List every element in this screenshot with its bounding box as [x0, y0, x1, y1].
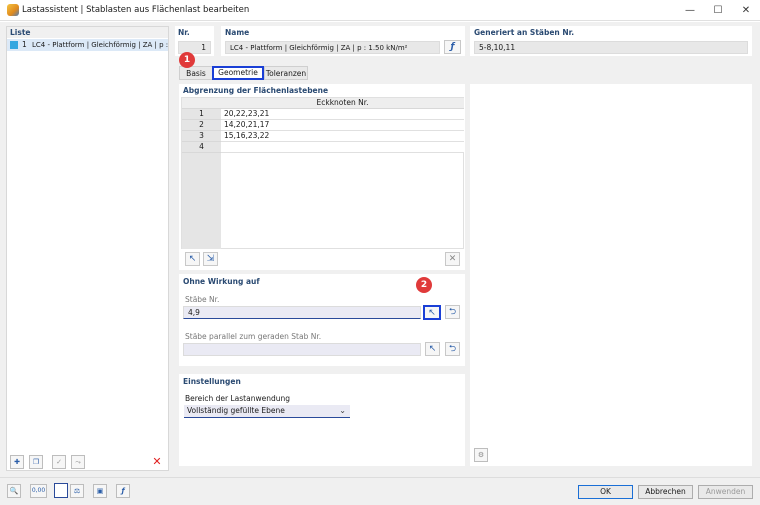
boundary-title: Abgrenzung der Flächenlastebene: [183, 86, 329, 95]
range-label: Bereich der Lastanwendung: [185, 394, 290, 403]
generated-label: Generiert an Stäben Nr.: [474, 28, 575, 37]
members-input[interactable]: 4,9: [183, 306, 421, 319]
table-row-cell[interactable]: 14,20,21,17: [221, 120, 464, 131]
delete-icon[interactable]: ✕: [150, 455, 164, 469]
preview-settings-icon[interactable]: ⚙: [474, 448, 488, 462]
table-row-cell[interactable]: 20,22,23,21: [221, 109, 464, 120]
units-icon[interactable]: 0,00: [30, 484, 47, 498]
settings-section: Einstellungen Bereich der Lastanwendung …: [179, 374, 465, 466]
list-header: Liste: [7, 27, 168, 38]
cancel-button[interactable]: Abbrechen: [638, 485, 693, 499]
row-number: 1: [182, 109, 221, 120]
formula-icon[interactable]: ƒ: [116, 484, 130, 498]
search-icon[interactable]: 🔍: [7, 484, 21, 498]
apply-button[interactable]: Anwenden: [698, 485, 753, 499]
tab-basis[interactable]: Basis: [179, 66, 213, 80]
nr-panel: Nr. 1: [175, 26, 214, 56]
tab-toleranzen[interactable]: Toleranzen: [264, 66, 308, 80]
pick-multi-icon[interactable]: ⇲: [203, 252, 218, 266]
row-number: 2: [182, 120, 221, 131]
settings-title: Einstellungen: [183, 377, 241, 386]
display-settings-icon[interactable]: ⚖: [70, 484, 84, 498]
list-item-number: 1: [22, 40, 27, 49]
range-select[interactable]: Vollständig gefüllte Ebene ⌄: [184, 405, 350, 418]
pick-parallel-icon[interactable]: ↖: [425, 342, 440, 356]
copy-item-icon[interactable]: ❐: [29, 455, 43, 469]
check-icon[interactable]: ✓: [52, 455, 66, 469]
load-color-swatch: [10, 41, 18, 49]
list-item[interactable]: 1 LC4 - Plattform | Gleichförmig | ZA | …: [7, 39, 168, 51]
corner-nodes-table: Eckknoten Nr. 1 20,22,23,21 2 14,20,21,1…: [181, 97, 464, 249]
maximize-button[interactable]: ☐: [704, 0, 732, 21]
title-bar: Lastassistent | Stablasten aus Flächenla…: [0, 0, 760, 21]
parallel-members-input[interactable]: [183, 343, 421, 356]
pick-nodes-icon[interactable]: ↖: [185, 252, 200, 266]
minimize-button[interactable]: —: [676, 0, 704, 21]
parallel-members-label: Stäbe parallel zum geraden Stab Nr.: [185, 332, 322, 341]
table-row-cell[interactable]: 15,16,23,22: [221, 131, 464, 142]
callout-badge-2: 2: [416, 277, 432, 293]
name-panel: Name LC4 - Plattform | Gleichförmig | ZA…: [221, 26, 465, 56]
name-label: Name: [225, 28, 250, 37]
pick-members-icon[interactable]: ↖: [423, 305, 441, 320]
uncheck-icon[interactable]: ⤳: [71, 455, 85, 469]
app-icon: [7, 4, 19, 16]
chevron-down-icon: ⌄: [339, 406, 346, 415]
generated-panel: Generiert an Stäben Nr. 5-8,10,11: [470, 26, 752, 56]
column-header-corner-nodes: Eckknoten Nr.: [221, 98, 464, 109]
clear-table-icon[interactable]: ✕: [445, 252, 460, 266]
list-panel: Liste 1 LC4 - Plattform | Gleichförmig |…: [6, 26, 169, 471]
table-row-cell[interactable]: [221, 142, 464, 153]
boundary-section: Abgrenzung der Flächenlastebene Eckknote…: [179, 84, 465, 270]
name-field[interactable]: LC4 - Plattform | Gleichförmig | ZA | p …: [225, 41, 440, 54]
color-selector-icon[interactable]: [54, 483, 68, 498]
range-select-value: Vollständig gefüllte Ebene: [187, 406, 285, 415]
new-item-icon[interactable]: ✚: [10, 455, 24, 469]
window-title: Lastassistent | Stablasten aus Flächenla…: [22, 5, 250, 15]
view-icon[interactable]: ▣: [93, 484, 107, 498]
preview-panel: ⚙: [470, 84, 752, 466]
tab-geometrie[interactable]: Geometrie: [212, 66, 264, 80]
row-number: 3: [182, 131, 221, 142]
close-window-button[interactable]: ✕: [732, 0, 760, 21]
row-number: 4: [182, 142, 221, 153]
row-header-corner: [182, 98, 221, 109]
no-effect-title: Ohne Wirkung auf: [183, 277, 260, 286]
callout-badge-1: 1: [179, 52, 195, 68]
undo-members-icon[interactable]: ⮌: [445, 305, 460, 319]
list-item-label: LC4 - Plattform | Gleichförmig | ZA | p …: [32, 41, 169, 49]
edit-name-icon[interactable]: ƒ: [444, 40, 461, 54]
generated-field: 5-8,10,11: [474, 41, 748, 54]
bottom-toolbar: 🔍 0,00 ⚖ ▣ ƒ OK Abbrechen Anwenden: [0, 477, 760, 505]
nr-label: Nr.: [178, 28, 190, 37]
undo-parallel-icon[interactable]: ⮌: [445, 342, 460, 356]
ok-button[interactable]: OK: [578, 485, 633, 499]
members-label: Stäbe Nr.: [185, 295, 220, 304]
